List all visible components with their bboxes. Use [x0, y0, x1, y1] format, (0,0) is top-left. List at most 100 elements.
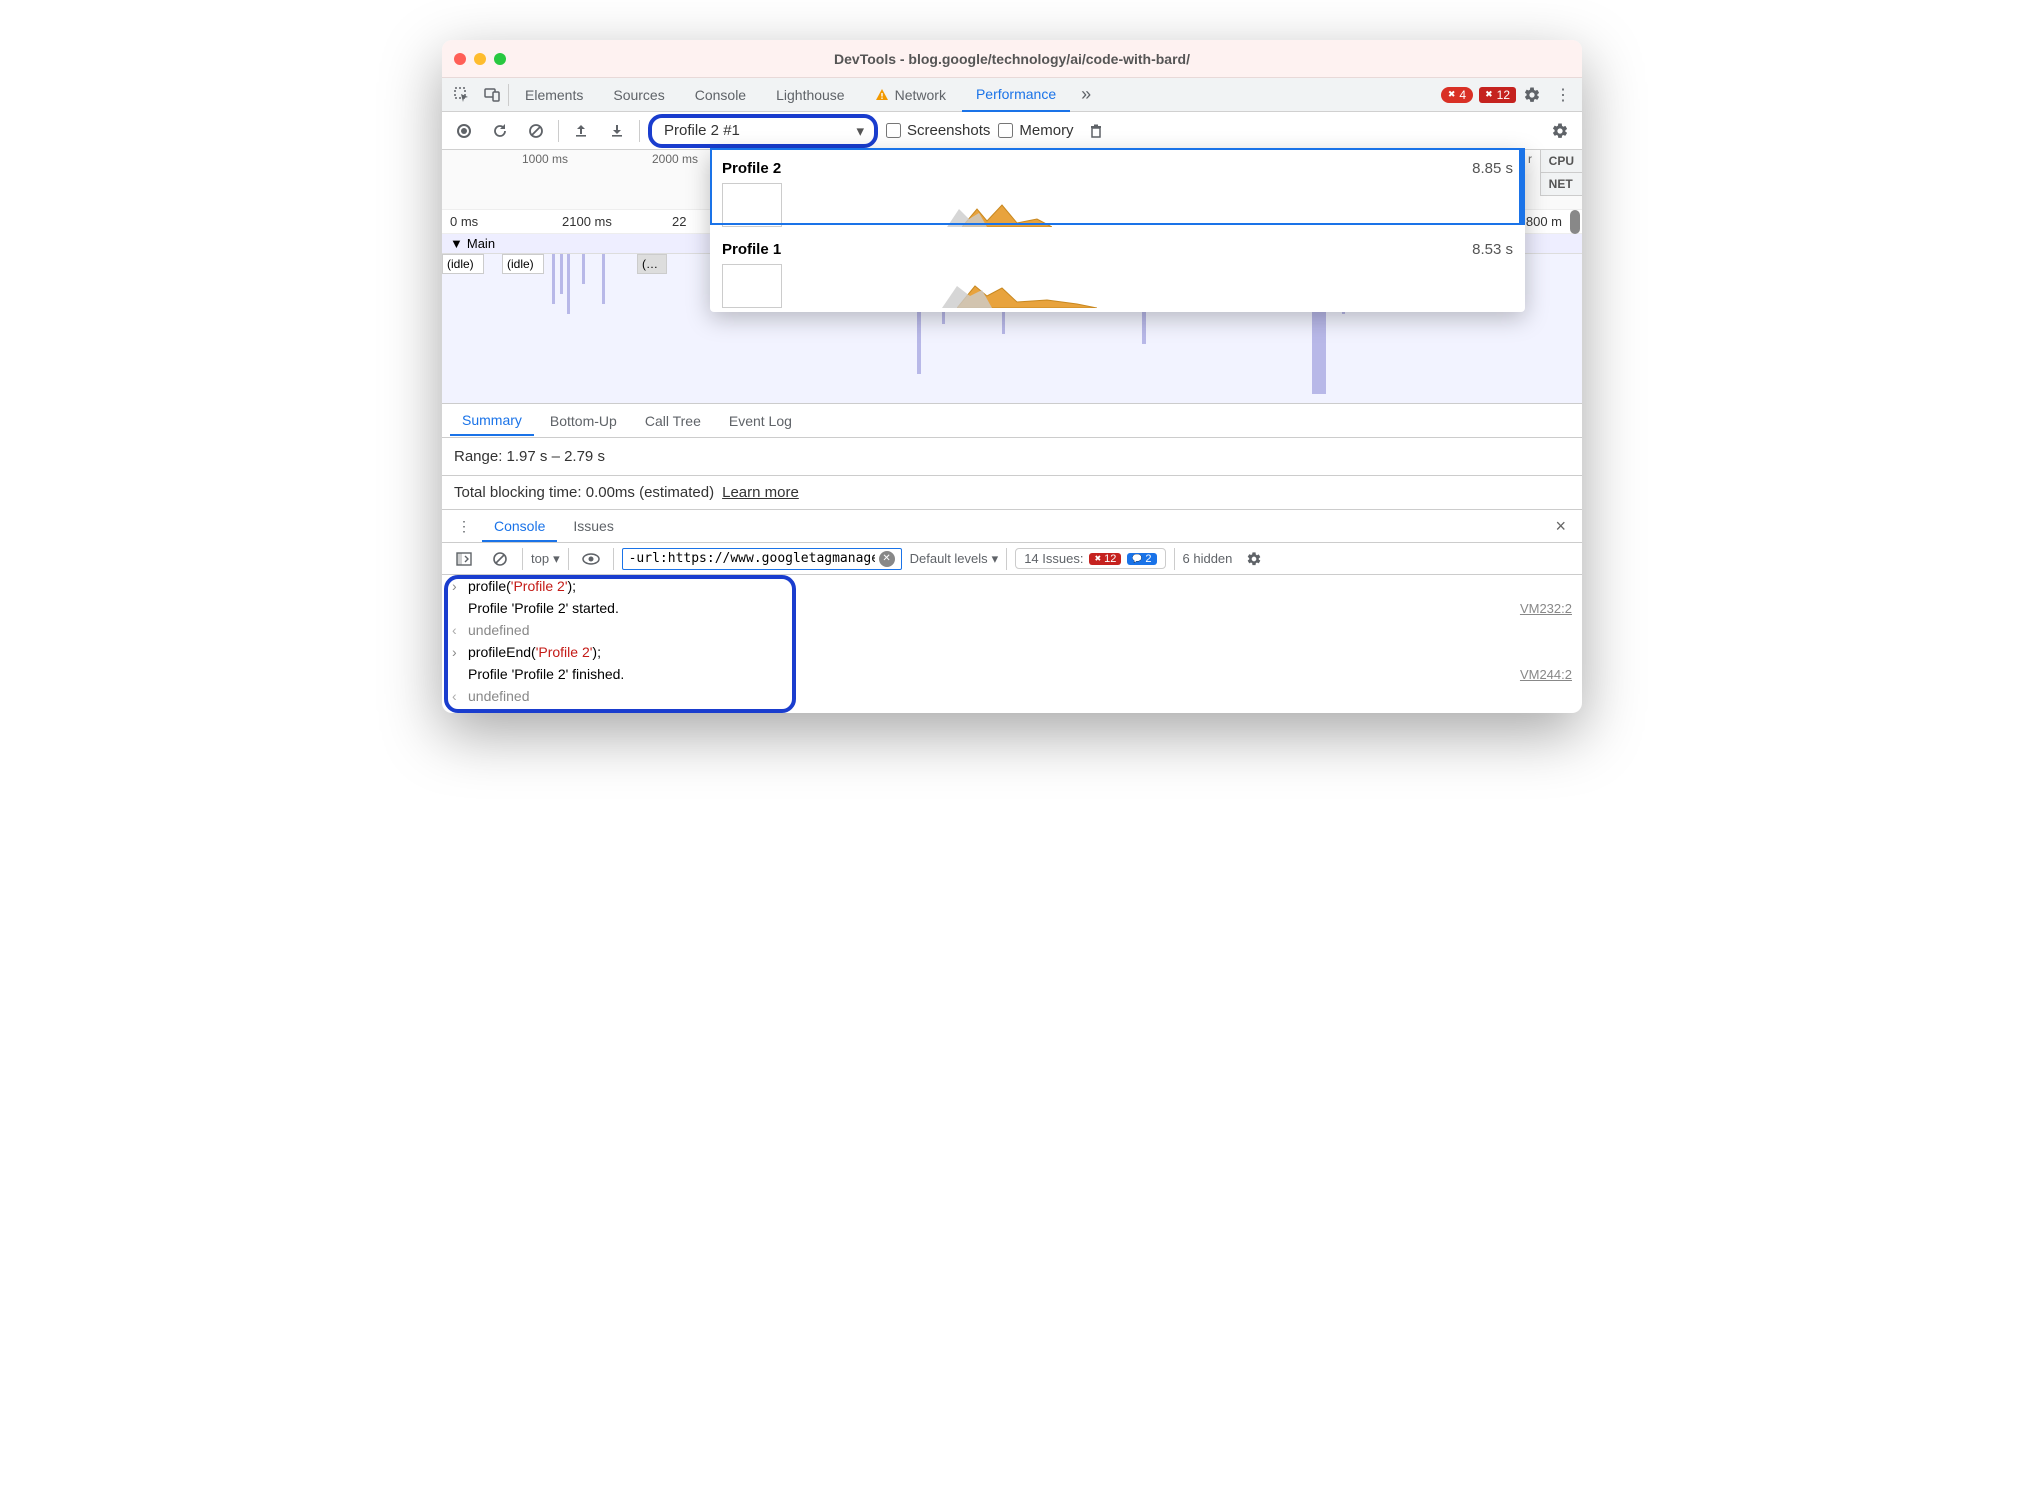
tab-label: Elements — [525, 87, 583, 103]
tab-label: Event Log — [729, 413, 792, 429]
blocking-info: Total blocking time: 0.00ms (estimated) … — [442, 475, 1582, 509]
badge-text: 12 — [1497, 88, 1510, 102]
minimize-window-icon[interactable] — [474, 53, 486, 65]
console-text: undefined — [468, 688, 1572, 704]
levels-value: Default levels — [910, 551, 988, 566]
download-icon[interactable] — [603, 117, 631, 145]
console-text: undefined — [468, 622, 1572, 638]
error-count-badge-2[interactable]: 12 — [1479, 87, 1516, 103]
profile-select[interactable]: Profile 2 #1 — [648, 114, 878, 148]
console-filter[interactable]: ✕ — [622, 548, 902, 570]
settings-icon[interactable] — [1518, 81, 1546, 109]
tab-label: Sources — [613, 87, 664, 103]
tab-label: Issues — [573, 518, 613, 534]
close-window-icon[interactable] — [454, 53, 466, 65]
reload-icon[interactable] — [486, 117, 514, 145]
tab-bottom-up[interactable]: Bottom-Up — [538, 407, 629, 435]
ruler-tick: 800 m — [1526, 214, 1562, 229]
profile-duration: 8.53 s — [1472, 241, 1513, 258]
levels-select[interactable]: Default levels▾ — [910, 551, 999, 567]
kebab-menu-icon[interactable]: ⋮ — [1548, 81, 1576, 109]
ruler-tick: 22 — [672, 214, 686, 229]
window-title: DevTools - blog.google/technology/ai/cod… — [442, 51, 1582, 67]
lane-labels: CPU NET — [1540, 150, 1582, 196]
clear-filter-icon[interactable]: ✕ — [879, 551, 895, 567]
console-line: › profile('Profile 2'); — [442, 575, 1582, 597]
clear-console-icon[interactable] — [486, 545, 514, 573]
live-expression-icon[interactable] — [577, 545, 605, 573]
console-text: Profile 'Profile 2' finished. — [468, 666, 1520, 682]
more-tabs-icon[interactable]: » — [1072, 81, 1100, 109]
sidebar-toggle-icon[interactable] — [450, 545, 478, 573]
profile-select-value: Profile 2 #1 — [664, 122, 740, 139]
device-toggle-icon[interactable] — [478, 81, 506, 109]
divider — [639, 120, 640, 142]
source-link[interactable]: VM232:2 — [1520, 601, 1572, 616]
record-icon[interactable] — [450, 117, 478, 145]
console-settings-icon[interactable] — [1240, 545, 1268, 573]
zoom-window-icon[interactable] — [494, 53, 506, 65]
console-line: Profile 'Profile 2' finished. VM244:2 — [442, 663, 1582, 685]
code-fragment: ); — [592, 644, 601, 660]
tab-performance[interactable]: Performance — [962, 78, 1070, 112]
console-output[interactable]: › profile('Profile 2'); Profile 'Profile… — [442, 575, 1582, 713]
net-lane-label: NET — [1541, 173, 1582, 196]
inspect-icon[interactable] — [448, 81, 476, 109]
screenshots-checkbox[interactable]: Screenshots — [886, 122, 990, 139]
code-fragment: profileEnd( — [468, 644, 536, 660]
tab-call-tree[interactable]: Call Tree — [633, 407, 713, 435]
filter-input[interactable] — [629, 551, 875, 566]
link-text: Learn more — [722, 484, 799, 501]
slice-label: (… — [642, 257, 658, 271]
console-text: Profile 'Profile 2' started. — [468, 600, 1520, 616]
prompt-return-icon: ‹ — [452, 622, 468, 638]
divider — [568, 548, 569, 570]
warning-icon — [875, 88, 889, 102]
tab-console[interactable]: Console — [681, 78, 760, 112]
profile-option-1[interactable]: Profile 18.53 s — [710, 231, 1525, 312]
tab-lighthouse[interactable]: Lighthouse — [762, 78, 859, 112]
drawer-tab-issues[interactable]: Issues — [561, 512, 625, 540]
tab-network[interactable]: Network — [861, 78, 960, 112]
error-count-badge[interactable]: 4 — [1441, 87, 1473, 103]
profile-duration: 8.85 s — [1472, 160, 1513, 177]
profile-name: Profile 2 — [722, 160, 781, 177]
memory-checkbox[interactable]: Memory — [998, 122, 1073, 139]
screenshots-input[interactable] — [886, 123, 901, 138]
kebab-menu-icon[interactable]: ⋮ — [450, 512, 478, 540]
clear-icon[interactable] — [522, 117, 550, 145]
tab-sources[interactable]: Sources — [599, 78, 678, 112]
scrollbar-thumb[interactable] — [1570, 210, 1580, 234]
issues-error-count: 12 — [1089, 553, 1121, 565]
console-line: ‹ undefined — [442, 619, 1582, 641]
drawer-tabs: ⋮ Console Issues × — [442, 509, 1582, 543]
issues-info-count: 2 — [1127, 553, 1156, 565]
tab-label: Call Tree — [645, 413, 701, 429]
idle-slice: (idle) — [502, 254, 544, 274]
context-value: top — [531, 551, 549, 566]
memory-input[interactable] — [998, 123, 1013, 138]
tab-summary[interactable]: Summary — [450, 406, 534, 436]
idle-slice: (idle) — [442, 254, 484, 274]
cpu-lane-label: CPU — [1541, 150, 1582, 173]
tab-label: Performance — [976, 86, 1056, 102]
profile-preview — [722, 264, 1513, 308]
context-select[interactable]: top▾ — [531, 551, 560, 567]
tab-event-log[interactable]: Event Log — [717, 407, 804, 435]
drawer-tab-console[interactable]: Console — [482, 512, 557, 542]
source-link[interactable]: VM244:2 — [1520, 667, 1572, 682]
learn-more-link[interactable]: Learn more — [722, 484, 799, 501]
issues-pill[interactable]: 14 Issues: 12 2 — [1015, 548, 1165, 569]
tab-elements[interactable]: Elements — [511, 78, 597, 112]
trash-icon[interactable] — [1082, 117, 1110, 145]
code-fragment: profile( — [468, 578, 511, 594]
prompt-return-icon: ‹ — [452, 688, 468, 704]
chevron-down-icon: ▼ — [450, 236, 463, 251]
prompt-in-icon: › — [452, 578, 468, 594]
profile-option-2[interactable]: Profile 2 8.85 s — [710, 150, 1525, 231]
upload-icon[interactable] — [567, 117, 595, 145]
count: 2 — [1145, 553, 1151, 565]
truncated-slice: (… — [637, 254, 667, 274]
perf-settings-icon[interactable] — [1546, 117, 1574, 145]
close-drawer-icon[interactable]: × — [1547, 516, 1574, 537]
